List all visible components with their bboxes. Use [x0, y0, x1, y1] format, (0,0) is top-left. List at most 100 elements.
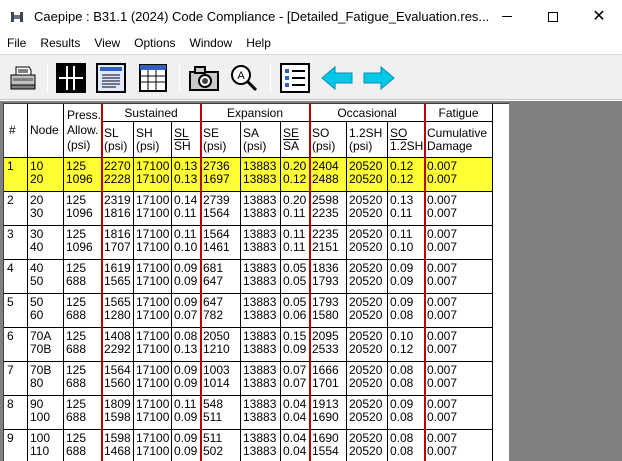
cell-se[interactable]: 1003 1014 [201, 362, 241, 396]
menu-view[interactable]: View [87, 33, 127, 54]
cell-so[interactable]: 1913 1690 [310, 396, 347, 430]
cell-sl[interactable]: 1619 1565 [102, 260, 134, 294]
cell-sa[interactable]: 13883 13883 [241, 226, 281, 260]
cell-r2[interactable]: 0.20 0.12 [281, 158, 310, 192]
cell-s12[interactable]: 20520 20520 [347, 362, 388, 396]
cell-so[interactable]: 1690 1554 [310, 430, 347, 461]
table-view-button[interactable] [138, 63, 168, 93]
cell-sa[interactable]: 13883 13883 [241, 430, 281, 461]
cell-r3[interactable]: 0.09 0.08 [388, 294, 425, 328]
cell-se[interactable]: 2736 1697 [201, 158, 241, 192]
cell-r1[interactable]: 0.09 0.09 [172, 260, 201, 294]
cell-r2[interactable]: 0.05 0.05 [281, 260, 310, 294]
cell-so[interactable]: 2404 2488 [310, 158, 347, 192]
next-button[interactable] [362, 63, 396, 93]
cell-so[interactable]: 2095 2533 [310, 328, 347, 362]
cell-p[interactable]: 125 1096 [64, 158, 102, 192]
cell-se[interactable]: 2050 1210 [201, 328, 241, 362]
cell-se[interactable]: 647 782 [201, 294, 241, 328]
cell-r1[interactable]: 0.11 0.09 [172, 396, 201, 430]
menu-window[interactable]: Window [183, 33, 240, 54]
cell-r3[interactable]: 0.08 0.08 [388, 430, 425, 461]
cell-r1[interactable]: 0.14 0.11 [172, 192, 201, 226]
cell-r3[interactable]: 0.12 0.12 [388, 158, 425, 192]
cell-se[interactable]: 2739 1564 [201, 192, 241, 226]
cell-s12[interactable]: 20520 20520 [347, 158, 388, 192]
cell-d[interactable]: 0.007 0.007 [425, 396, 493, 430]
cell-s12[interactable]: 20520 20520 [347, 294, 388, 328]
cell-r2[interactable]: 0.04 0.04 [281, 430, 310, 461]
cell-p[interactable]: 125 688 [64, 294, 102, 328]
cell-r2[interactable]: 0.15 0.09 [281, 328, 310, 362]
cell-d[interactable]: 0.007 0.007 [425, 362, 493, 396]
cell-s12[interactable]: 20520 20520 [347, 328, 388, 362]
cell-p[interactable]: 125 1096 [64, 192, 102, 226]
cell-so[interactable]: 1836 1793 [310, 260, 347, 294]
cell-sa[interactable]: 13883 13883 [241, 328, 281, 362]
cell-sl[interactable]: 1564 1560 [102, 362, 134, 396]
text-view-button[interactable] [96, 63, 126, 93]
cell-p[interactable]: 125 1096 [64, 226, 102, 260]
cell-sa[interactable]: 13883 13883 [241, 294, 281, 328]
cell-sa[interactable]: 13883 13883 [241, 158, 281, 192]
cell-s12[interactable]: 20520 20520 [347, 396, 388, 430]
cell-sh[interactable]: 17100 17100 [134, 294, 172, 328]
cell-sl[interactable]: 2319 1816 [102, 192, 134, 226]
cell-so[interactable]: 1666 1701 [310, 362, 347, 396]
cell-r1[interactable]: 0.11 0.10 [172, 226, 201, 260]
menu-options[interactable]: Options [127, 33, 182, 54]
cell-sh[interactable]: 17100 17100 [134, 362, 172, 396]
cell-sl[interactable]: 1565 1280 [102, 294, 134, 328]
cell-sl[interactable]: 2270 2228 [102, 158, 134, 192]
cell-sa[interactable]: 13883 13883 [241, 192, 281, 226]
cell-r1[interactable]: 0.08 0.13 [172, 328, 201, 362]
cell-r1[interactable]: 0.09 0.07 [172, 294, 201, 328]
maximize-button[interactable] [530, 0, 576, 33]
cell-sa[interactable]: 13883 13883 [241, 362, 281, 396]
cell-sh[interactable]: 17100 17100 [134, 158, 172, 192]
cell-sl[interactable]: 1809 1598 [102, 396, 134, 430]
cell-sa[interactable]: 13883 13883 [241, 260, 281, 294]
cell-r3[interactable]: 0.09 0.09 [388, 260, 425, 294]
cell-p[interactable]: 125 688 [64, 328, 102, 362]
cell-p[interactable]: 125 688 [64, 396, 102, 430]
cell-r2[interactable]: 0.07 0.07 [281, 362, 310, 396]
cell-sl[interactable]: 1408 2292 [102, 328, 134, 362]
cell-s12[interactable]: 20520 20520 [347, 430, 388, 461]
cell-n[interactable]: 70A 70B [28, 328, 64, 362]
cell-n[interactable]: 40 50 [28, 260, 64, 294]
cell-d[interactable]: 0.007 0.007 [425, 294, 493, 328]
cell-d[interactable]: 0.007 0.007 [425, 328, 493, 362]
cell-sh[interactable]: 17100 17100 [134, 260, 172, 294]
cell-se[interactable]: 681 647 [201, 260, 241, 294]
zoom-button[interactable]: A [229, 63, 259, 93]
results-grid[interactable]: # Node Press. Allow. (psi) Sustained Expansion… [3, 103, 509, 461]
cell-so[interactable]: 2235 2151 [310, 226, 347, 260]
cell-so[interactable]: 2598 2235 [310, 192, 347, 226]
cell-s12[interactable]: 20520 20520 [347, 226, 388, 260]
cell-d[interactable]: 0.007 0.007 [425, 158, 493, 192]
cell-se[interactable]: 1564 1461 [201, 226, 241, 260]
menu-results[interactable]: Results [33, 33, 87, 54]
cell-r2[interactable]: 0.04 0.04 [281, 396, 310, 430]
cell-p[interactable]: 125 688 [64, 430, 102, 461]
cell-d[interactable]: 0.007 0.007 [425, 260, 493, 294]
menu-file[interactable]: File [0, 33, 33, 54]
cell-se[interactable]: 511 502 [201, 430, 241, 461]
menu-help[interactable]: Help [239, 33, 278, 54]
cell-r2[interactable]: 0.20 0.11 [281, 192, 310, 226]
cell-sl[interactable]: 1816 1707 [102, 226, 134, 260]
cell-n[interactable]: 100 110 [28, 430, 64, 461]
cell-n[interactable]: 30 40 [28, 226, 64, 260]
cell-r2[interactable]: 0.11 0.11 [281, 226, 310, 260]
cell-so[interactable]: 1793 1580 [310, 294, 347, 328]
cell-r3[interactable]: 0.10 0.12 [388, 328, 425, 362]
cell-r3[interactable]: 0.08 0.08 [388, 362, 425, 396]
cell-sh[interactable]: 17100 17100 [134, 192, 172, 226]
snapshot-button[interactable] [187, 63, 221, 93]
cell-r1[interactable]: 0.09 0.09 [172, 362, 201, 396]
cell-s12[interactable]: 20520 20520 [347, 192, 388, 226]
cell-n[interactable]: 20 30 [28, 192, 64, 226]
cell-n[interactable]: 10 20 [28, 158, 64, 192]
cell-sa[interactable]: 13883 13883 [241, 396, 281, 430]
